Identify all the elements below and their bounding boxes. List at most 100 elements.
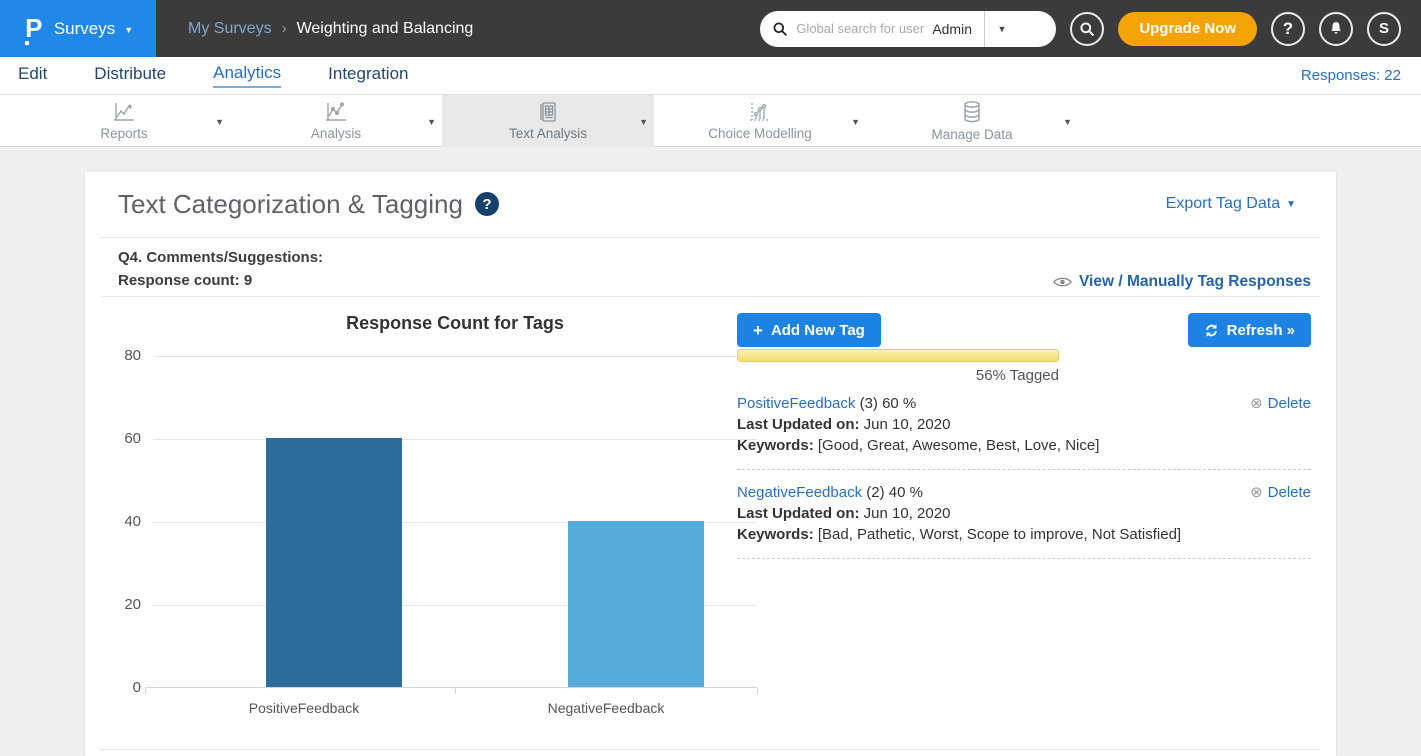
circle-x-icon: ⊗ <box>1250 393 1263 414</box>
nav-item-edit[interactable]: Edit <box>18 64 47 87</box>
chart-plot <box>153 356 757 688</box>
tag-name-link[interactable]: PositiveFeedback <box>737 395 855 412</box>
account-avatar[interactable]: S <box>1367 12 1401 46</box>
last-updated-label: Last Updated on: <box>737 505 860 522</box>
questionpro-logo-icon: P <box>23 14 45 44</box>
bell-icon <box>1328 20 1344 37</box>
tag-response-chart: Response Count for Tags 020406080 Positi… <box>111 313 761 716</box>
tab-label: Analysis <box>311 126 361 141</box>
top-header-bar: P Surveys ▼ My Surveys › Weighting and B… <box>0 0 1421 57</box>
card-bottom-divider <box>100 749 1321 750</box>
responses-count-label[interactable]: Responses: 22 <box>1301 67 1401 84</box>
circle-x-icon: ⊗ <box>1250 482 1263 503</box>
search-icon <box>1079 21 1095 37</box>
delete-label: Delete <box>1268 482 1311 503</box>
breadcrumb-my-surveys[interactable]: My Surveys <box>188 20 272 38</box>
search-scope-selector[interactable]: Admin <box>932 21 972 37</box>
global-search-box: Admin ▼ <box>760 11 1056 47</box>
tab-reports[interactable]: Reports ▼ <box>18 95 230 147</box>
tag-name-link[interactable]: NegativeFeedback <box>737 484 862 501</box>
tab-manage-data[interactable]: Manage Data ▼ <box>866 95 1078 147</box>
title-help-icon[interactable]: ? <box>475 192 499 216</box>
tag-meta: (3) 60 % <box>860 395 917 412</box>
help-button[interactable]: ? <box>1271 12 1305 46</box>
tab-label: Reports <box>100 126 147 141</box>
view-manually-tag-link[interactable]: View / Manually Tag Responses <box>1053 273 1311 291</box>
page-title: Text Categorization & Tagging <box>118 189 463 220</box>
response-count-label: Response count: 9 <box>118 269 323 292</box>
product-name-label: Surveys <box>54 19 115 39</box>
tab-label: Manage Data <box>931 127 1012 142</box>
chart-gridline <box>153 356 757 357</box>
notifications-button[interactable] <box>1319 12 1353 46</box>
breadcrumb-current-survey: Weighting and Balancing <box>297 20 474 38</box>
text-categorization-card: Text Categorization & Tagging ? Export T… <box>85 172 1336 756</box>
search-icon <box>772 21 788 37</box>
question-block: Q4. Comments/Suggestions: Response count… <box>118 246 323 292</box>
question-divider <box>100 296 1321 297</box>
chevron-down-icon[interactable]: ▼ <box>1063 117 1072 127</box>
chart-x-axis-line <box>145 687 757 688</box>
upgrade-now-button[interactable]: Upgrade Now <box>1118 12 1257 46</box>
trend-chart-icon <box>324 101 348 123</box>
keywords-value: [Bad, Pathetic, Worst, Scope to improve,… <box>818 526 1181 543</box>
question-title: Q4. Comments/Suggestions: <box>118 246 323 269</box>
chart-bar-positivefeedback <box>266 438 402 687</box>
scatter-chart-icon <box>748 101 772 123</box>
analytics-tab-strip: Reports ▼ Analysis ▼ Text Analysis ▼ Cho… <box>0 95 1421 147</box>
tab-label: Text Analysis <box>509 126 587 141</box>
tag-management-panel: + Add New Tag Refresh » 56% Tagged Posit… <box>737 313 1311 571</box>
chart-category-label: PositiveFeedback <box>153 700 455 716</box>
tab-choice-modelling[interactable]: Choice Modelling ▼ <box>654 95 866 147</box>
breadcrumb: My Surveys › Weighting and Balancing <box>188 20 473 38</box>
refresh-label: Refresh » <box>1227 322 1295 339</box>
plus-icon: + <box>753 322 763 339</box>
export-tag-data-dropdown[interactable]: Export Tag Data ▼ <box>1166 195 1296 213</box>
search-scope-chevron-down-icon[interactable]: ▼ <box>985 24 1019 34</box>
refresh-button[interactable]: Refresh » <box>1188 313 1311 347</box>
topbar-actions: Admin ▼ Upgrade Now ? S <box>760 11 1421 47</box>
database-icon <box>960 100 984 124</box>
chart-title: Response Count for Tags <box>153 313 757 334</box>
nav-item-analytics[interactable]: Analytics <box>213 63 281 88</box>
tagged-percent-label: 56% Tagged <box>737 367 1059 384</box>
card-header: Text Categorization & Tagging ? Export T… <box>85 172 1336 236</box>
tag-row-negativefeedback: NegativeFeedback (2) 40 % Last Updated o… <box>737 482 1311 559</box>
last-updated-label: Last Updated on: <box>737 416 860 433</box>
chevron-down-icon[interactable]: ▼ <box>639 117 648 127</box>
chevron-down-icon[interactable]: ▼ <box>427 117 436 127</box>
chart-ytick-label: 20 <box>124 596 141 613</box>
keywords-value: [Good, Great, Awesome, Best, Love, Nice] <box>818 437 1100 454</box>
nav-item-integration[interactable]: Integration <box>328 64 408 87</box>
export-tag-data-label: Export Tag Data <box>1166 195 1280 213</box>
refresh-icon <box>1204 323 1219 338</box>
add-new-tag-button[interactable]: + Add New Tag <box>737 313 881 347</box>
survey-section-nav: Edit Distribute Analytics Integration Re… <box>0 57 1421 95</box>
chevron-down-icon: ▼ <box>1286 199 1296 210</box>
tab-analysis[interactable]: Analysis ▼ <box>230 95 442 147</box>
chart-ytick-label: 40 <box>124 513 141 530</box>
product-switcher[interactable]: P Surveys ▼ <box>0 0 156 57</box>
view-manually-tag-label: View / Manually Tag Responses <box>1079 273 1311 291</box>
search-input[interactable] <box>796 21 928 36</box>
document-grid-icon <box>537 101 559 123</box>
line-chart-icon <box>112 101 136 123</box>
chart-category-label: NegativeFeedback <box>455 700 757 716</box>
logo-letter: P <box>23 14 45 42</box>
chart-bar-negativefeedback <box>568 521 704 687</box>
chart-gridline <box>153 439 757 440</box>
chart-axis-tick <box>757 688 758 694</box>
tab-text-analysis[interactable]: Text Analysis ▼ <box>442 95 654 147</box>
chevron-down-icon[interactable]: ▼ <box>851 117 860 127</box>
add-new-tag-label: Add New Tag <box>771 322 865 339</box>
delete-tag-button[interactable]: ⊗ Delete <box>1250 482 1311 503</box>
question-mark-icon: ? <box>1283 19 1293 39</box>
search-submit-button[interactable] <box>1070 12 1104 46</box>
chevron-down-icon[interactable]: ▼ <box>215 117 224 127</box>
tag-list: PositiveFeedback (3) 60 % Last Updated o… <box>737 393 1311 559</box>
avatar-letter: S <box>1379 20 1389 37</box>
delete-label: Delete <box>1268 393 1311 414</box>
delete-tag-button[interactable]: ⊗ Delete <box>1250 393 1311 414</box>
chart-axis-tick <box>145 688 146 694</box>
nav-item-distribute[interactable]: Distribute <box>94 64 166 87</box>
